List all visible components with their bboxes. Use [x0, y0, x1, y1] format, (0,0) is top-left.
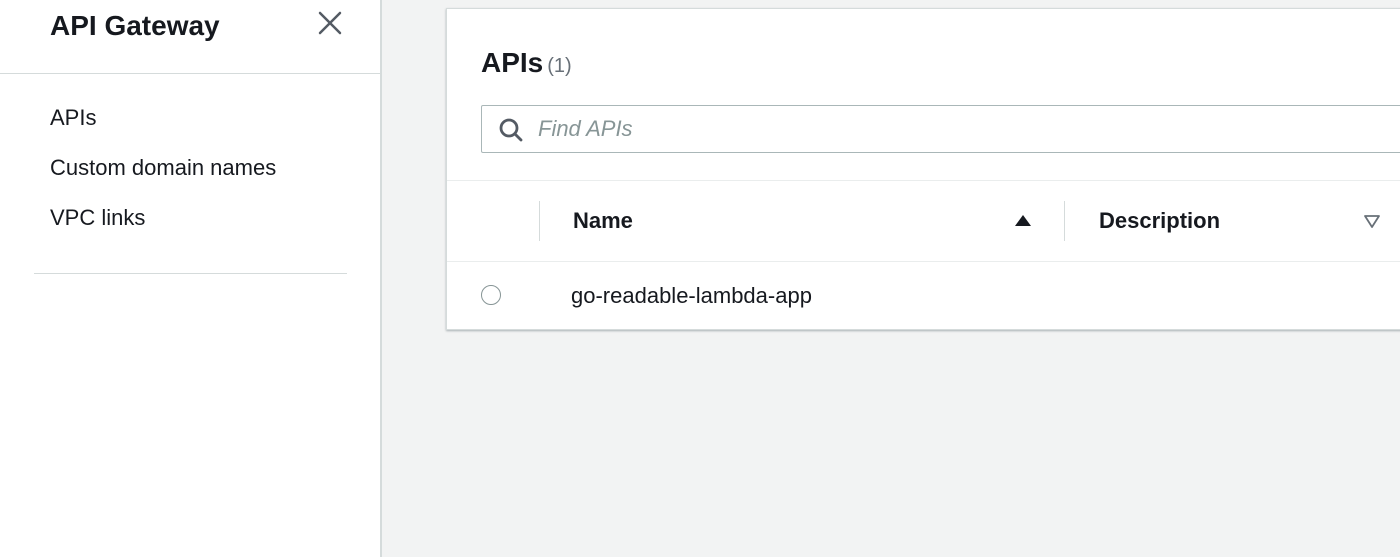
- apis-panel: APIs(1) Name Description go-readable-lam…: [446, 8, 1400, 330]
- sidebar-title: API Gateway: [50, 10, 220, 41]
- close-sidebar-button[interactable]: [313, 6, 347, 40]
- column-header-description[interactable]: Description: [1099, 207, 1220, 235]
- api-count: (1): [547, 55, 572, 77]
- sidebar-item-vpc-links[interactable]: VPC links: [50, 200, 276, 250]
- close-icon: [318, 11, 342, 35]
- table-row[interactable]: go-readable-lambda-app: [447, 262, 1400, 329]
- sidebar-header: API Gateway: [0, 0, 380, 74]
- sidebar: API Gateway APIs Custom domain names VPC…: [0, 0, 382, 557]
- sort-ascending-icon[interactable]: [1013, 211, 1033, 231]
- sidebar-divider: [34, 273, 347, 274]
- table-header: Name Description: [447, 181, 1400, 261]
- panel-title-text: APIs: [481, 47, 544, 78]
- search-input[interactable]: [538, 112, 1398, 146]
- sidebar-item-custom-domain-names[interactable]: Custom domain names: [50, 150, 276, 200]
- sidebar-nav: APIs Custom domain names VPC links: [50, 100, 276, 250]
- search-box: [481, 105, 1400, 153]
- column-header-name[interactable]: Name: [573, 207, 633, 235]
- sort-descending-outline-icon[interactable]: [1362, 211, 1382, 231]
- column-separator: [1064, 201, 1065, 241]
- search-icon: [499, 118, 523, 142]
- page-title: APIs (1): [481, 47, 572, 82]
- column-separator: [539, 201, 540, 241]
- api-name-link[interactable]: go-readable-lambda-app: [571, 282, 812, 310]
- sidebar-item-apis[interactable]: APIs: [50, 100, 276, 150]
- row-select-radio[interactable]: [481, 285, 501, 305]
